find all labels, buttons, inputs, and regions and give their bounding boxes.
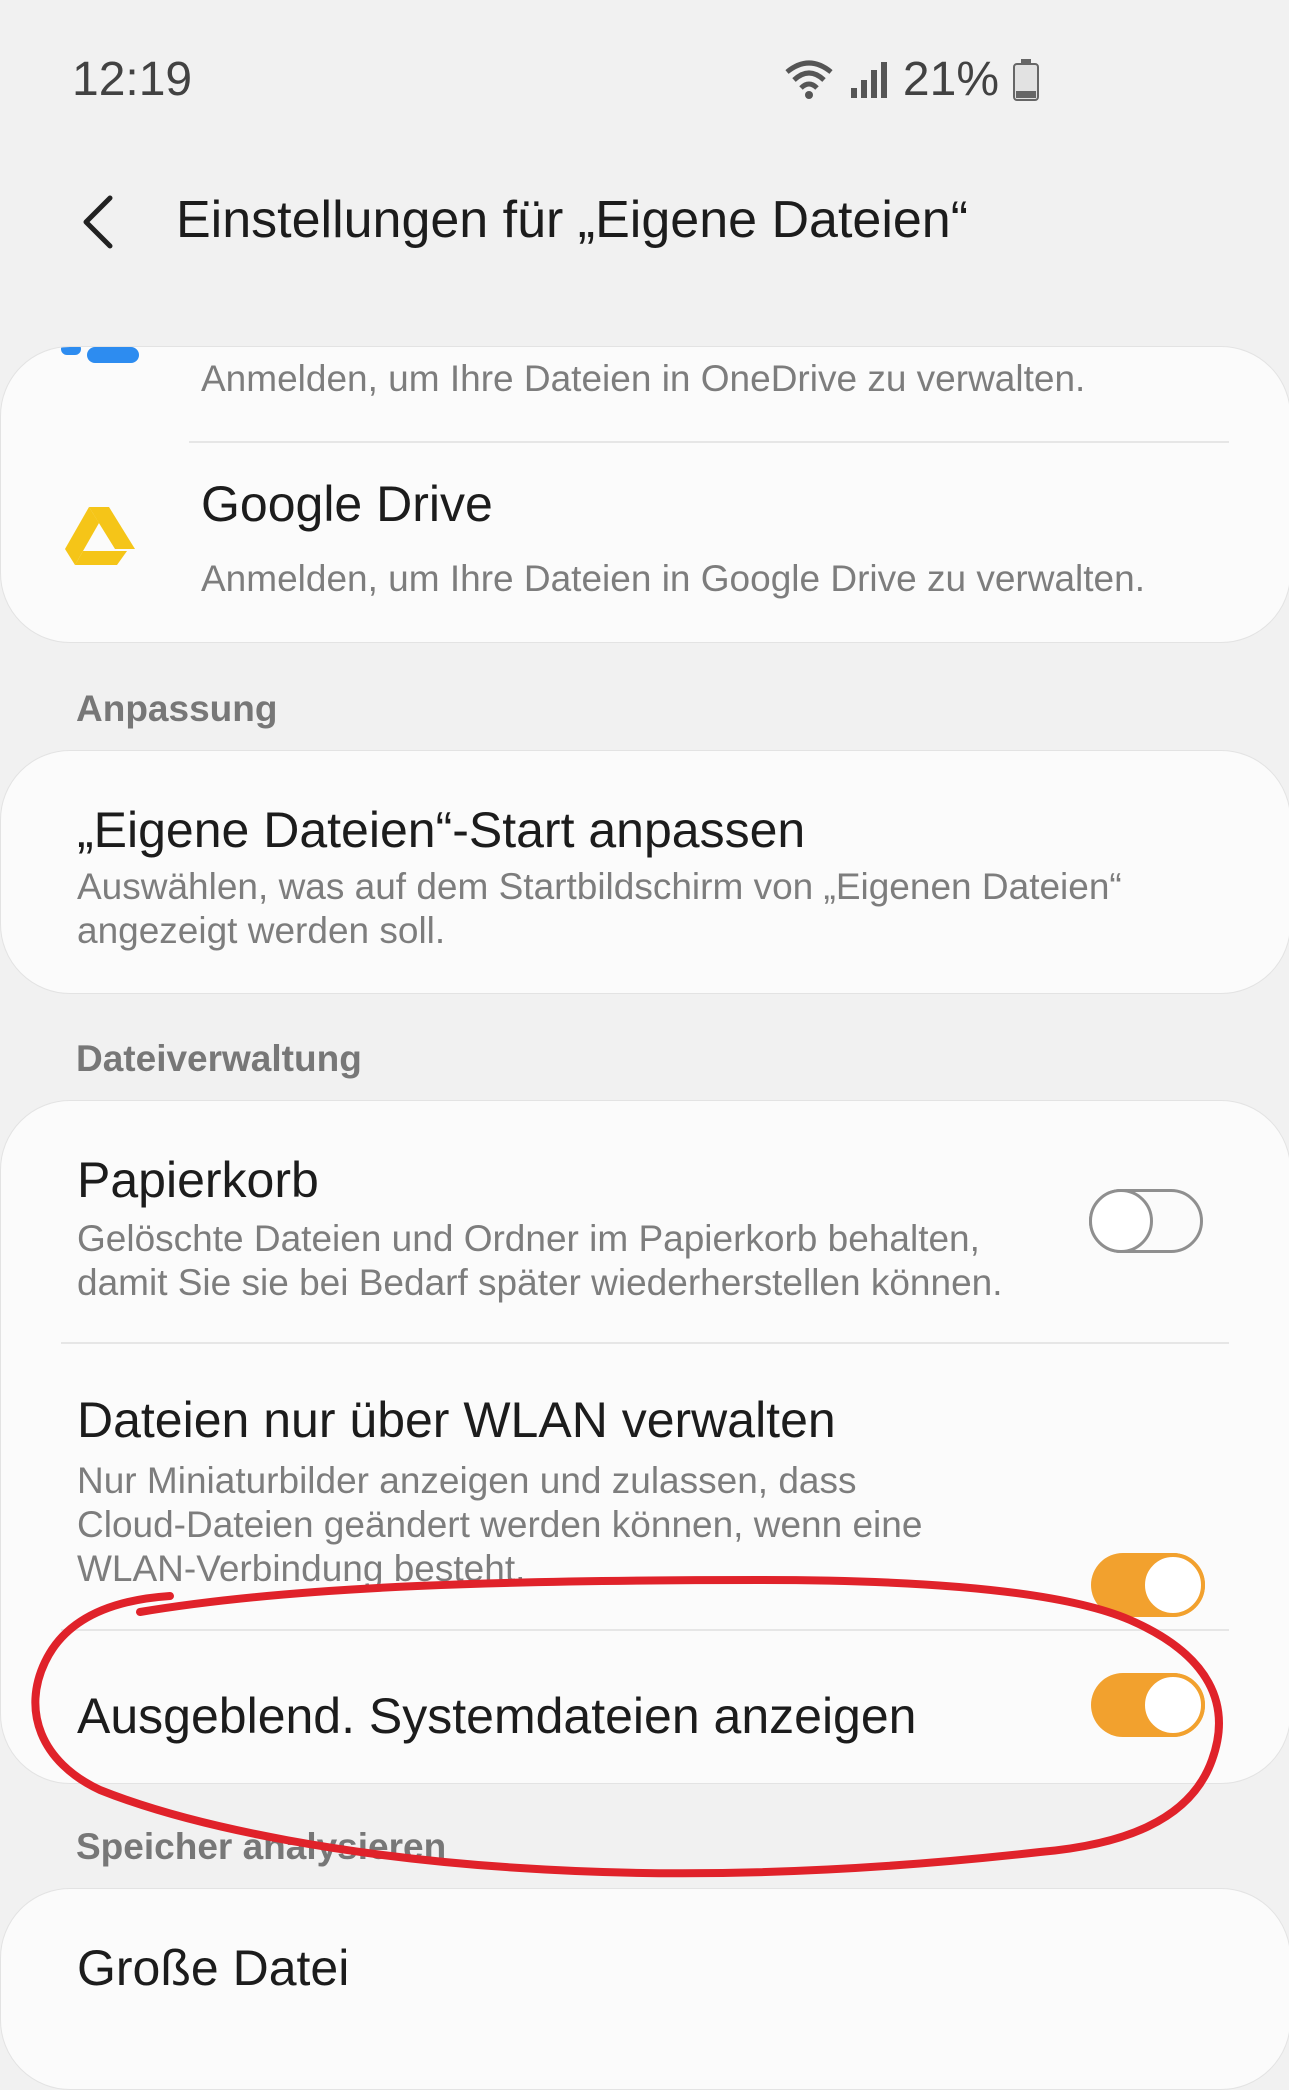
customize-start-card[interactable]: „Eigene Dateien“-Start anpassen Auswähle… (0, 750, 1289, 994)
trash-toggle[interactable] (1089, 1189, 1203, 1253)
toggle-knob (1089, 1189, 1153, 1253)
trash-subtitle-1: Gelöschte Dateien und Ordner im Papierko… (77, 1218, 980, 1259)
wifi-only-title: Dateien nur über WLAN verwalten (77, 1392, 836, 1448)
file-management-card: Papierkorb Gelöschte Dateien und Ordner … (0, 1100, 1289, 1784)
signal-icon (850, 61, 887, 98)
back-button[interactable] (74, 192, 124, 252)
section-header-customization: Anpassung (76, 688, 278, 729)
battery-percent: 21% (902, 53, 999, 106)
status-icons: 21% (783, 52, 1039, 107)
divider (61, 1342, 1229, 1344)
status-time: 12:19 (72, 53, 193, 106)
onedrive-item[interactable]: Anmelden, um Ihre Dateien in OneDrive zu… (1, 347, 1289, 443)
wifi-only-subtitle-3: WLAN-Verbindung besteht. (77, 1548, 526, 1589)
divider (189, 441, 1229, 443)
trash-subtitle-2: damit Sie sie bei Bedarf später wiederhe… (77, 1262, 1003, 1303)
google-drive-item[interactable]: Google Drive Anmelden, um Ihre Dateien i… (1, 445, 1289, 641)
hidden-files-toggle[interactable] (1091, 1673, 1205, 1737)
wifi-only-item[interactable]: Dateien nur über WLAN verwalten Nur Mini… (1, 1345, 1289, 1629)
hidden-files-title: Ausgeblend. Systemdateien anzeigen (77, 1688, 917, 1744)
section-header-storage: Speicher analysieren (76, 1826, 447, 1867)
section-header-file-management: Dateiverwaltung (76, 1038, 362, 1079)
hidden-files-item[interactable]: Ausgeblend. Systemdateien anzeigen (1, 1633, 1289, 1783)
google-drive-subtitle: Anmelden, um Ihre Dateien in Google Driv… (201, 558, 1145, 599)
wifi-only-toggle[interactable] (1091, 1553, 1205, 1617)
onedrive-subtitle: Anmelden, um Ihre Dateien in OneDrive zu… (201, 358, 1086, 399)
google-drive-icon (65, 507, 135, 565)
google-drive-title: Google Drive (201, 476, 493, 532)
customize-start-subtitle-2: angezeigt werden soll. (77, 910, 446, 951)
wifi-only-subtitle-1: Nur Miniaturbilder anzeigen und zulassen… (77, 1460, 857, 1501)
page-title: Einstellungen für „Eigene Dateien“ (176, 191, 969, 249)
customize-start-subtitle-1: Auswählen, was auf dem Startbildschirm v… (77, 866, 1122, 907)
storage-card: Große Datei (0, 1888, 1289, 2090)
wifi-only-subtitle-2: Cloud-Dateien geändert werden können, we… (77, 1504, 923, 1545)
toggle-knob (1141, 1553, 1205, 1617)
onedrive-icon (61, 347, 139, 363)
battery-icon (1013, 58, 1039, 101)
wifi-icon (785, 60, 833, 99)
trash-item[interactable]: Papierkorb Gelöschte Dateien und Ordner … (1, 1101, 1289, 1343)
toggle-knob (1141, 1673, 1205, 1737)
divider (61, 1629, 1229, 1631)
trash-title: Papierkorb (77, 1152, 319, 1208)
large-files-title[interactable]: Große Datei (77, 1939, 349, 1997)
customize-start-title: „Eigene Dateien“-Start anpassen (77, 802, 806, 858)
cloud-accounts-card: Anmelden, um Ihre Dateien in OneDrive zu… (0, 346, 1289, 643)
